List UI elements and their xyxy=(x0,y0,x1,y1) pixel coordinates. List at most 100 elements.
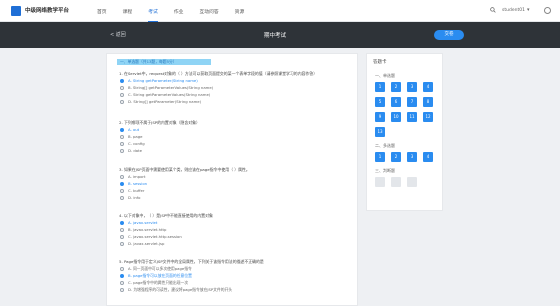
option-a[interactable]: A. javax.servlet xyxy=(120,219,354,226)
option-c[interactable]: C. config xyxy=(120,140,354,147)
radio-icon[interactable] xyxy=(120,266,124,271)
radio-icon[interactable] xyxy=(120,141,124,146)
sheet-section-label: 一、单选题 xyxy=(375,73,395,78)
answer-cell[interactable]: 1 xyxy=(375,82,385,92)
option-c[interactable]: C. buffer xyxy=(120,187,354,194)
radio-icon[interactable] xyxy=(120,127,124,132)
option-a[interactable]: A. import xyxy=(120,173,354,180)
answer-cell[interactable]: 5 xyxy=(375,97,385,107)
site-name: 中级网络教学平台 xyxy=(25,8,70,14)
user-name[interactable]: student01 xyxy=(502,8,525,13)
option-text: B. page xyxy=(128,134,143,139)
option-text: B. page指令可以放在页面的任意位置 xyxy=(128,272,192,278)
radio-icon[interactable] xyxy=(120,234,124,239)
option-d[interactable]: D. info xyxy=(120,194,354,201)
question-3: 3. 如果在JSP页面中需要使用某个类，则应该在page指令中使用（ ）属性。 … xyxy=(119,167,354,201)
option-b[interactable]: B. session xyxy=(120,180,354,187)
answer-cell[interactable]: 6 xyxy=(391,97,401,107)
radio-icon[interactable] xyxy=(120,148,124,153)
sheet-section-label: 三、判断题 xyxy=(375,168,395,173)
site-logo xyxy=(11,6,21,16)
option-b[interactable]: B. String[] getParameterValues(String na… xyxy=(120,84,354,91)
radio-icon[interactable] xyxy=(120,227,124,232)
exam-title: 期中考试 xyxy=(264,33,287,39)
option-b[interactable]: B. page指令可以放在页面的任意位置 xyxy=(120,272,354,279)
answer-cell[interactable]: 4 xyxy=(423,82,433,92)
answer-cell[interactable]: 9 xyxy=(375,112,385,122)
answer-cell[interactable]: 1 xyxy=(375,177,385,187)
sheet-section-label: 二、多选题 xyxy=(375,143,395,148)
option-text: C. page指令中的属性只能出现一次 xyxy=(128,279,189,285)
answer-cell[interactable]: 2 xyxy=(391,177,401,187)
question-4: 4. 以下对象中，（ ）是JSP中不能直接使用的内置对象 A. javax.se… xyxy=(119,213,354,247)
option-text: B. session xyxy=(128,181,148,186)
option-b[interactable]: B. page xyxy=(120,133,354,140)
answer-cell[interactable]: 12 xyxy=(423,112,433,122)
power-icon[interactable] xyxy=(544,7,551,14)
nav-qa[interactable]: 互动问答 xyxy=(199,0,218,22)
option-a[interactable]: A. String getParameter(String name) xyxy=(120,77,354,84)
nav-resources[interactable]: 资源 xyxy=(235,0,245,22)
option-text: B. String[] getParameterValues(String na… xyxy=(128,85,214,90)
radio-icon[interactable] xyxy=(120,241,124,246)
option-text: D. date xyxy=(128,148,142,153)
radio-icon[interactable] xyxy=(120,181,124,186)
nav-home[interactable]: 首页 xyxy=(97,0,107,22)
option-d[interactable]: D. String[] getParameter(String name) xyxy=(120,98,354,105)
radio-icon[interactable] xyxy=(120,195,124,200)
option-a[interactable]: A. 同一页面中可以多次使用page指令 xyxy=(120,265,354,272)
nav-exams[interactable]: 考试 xyxy=(148,0,158,22)
answer-cell[interactable]: 10 xyxy=(391,112,401,122)
option-a[interactable]: A. out xyxy=(120,126,354,133)
option-text: D. 为增强程序的可读性，建议将page指令放在JSP文件的开头 xyxy=(128,286,233,292)
answer-cell[interactable]: 4 xyxy=(423,152,433,162)
answer-cell[interactable]: 3 xyxy=(407,152,417,162)
main-nav: 首页 课程 考试 作业 互动问答 资源 xyxy=(97,0,260,22)
option-text: C. buffer xyxy=(128,188,145,193)
radio-icon[interactable] xyxy=(120,287,124,292)
radio-icon[interactable] xyxy=(120,78,124,83)
radio-icon[interactable] xyxy=(120,134,124,139)
nav-courses[interactable]: 课程 xyxy=(123,0,133,22)
nav-homework[interactable]: 作业 xyxy=(174,0,184,22)
search-icon[interactable] xyxy=(490,7,496,15)
radio-icon[interactable] xyxy=(120,85,124,90)
radio-icon[interactable] xyxy=(120,188,124,193)
option-d[interactable]: D. 为增强程序的可读性，建议将page指令放在JSP文件的开头 xyxy=(120,286,354,293)
radio-icon[interactable] xyxy=(120,273,124,278)
option-text: D. info xyxy=(128,195,141,200)
option-text: C. config xyxy=(128,141,145,146)
submit-exam-button[interactable]: 交卷 xyxy=(434,30,464,40)
option-text: A. String getParameter(String name) xyxy=(128,78,198,83)
option-b[interactable]: B. javax.servlet.http xyxy=(120,226,354,233)
chevron-down-icon[interactable]: ▾ xyxy=(527,7,530,13)
answer-cell[interactable]: 3 xyxy=(407,82,417,92)
answer-cell[interactable]: 7 xyxy=(407,97,417,107)
answer-cell[interactable]: 8 xyxy=(423,97,433,107)
radio-icon[interactable] xyxy=(120,174,124,179)
option-c[interactable]: C. javax.servlet.http.session xyxy=(120,233,354,240)
answer-cell[interactable]: 2 xyxy=(391,82,401,92)
answer-cell[interactable]: 3 xyxy=(407,177,417,187)
option-text: C. javax.servlet.http.session xyxy=(128,234,182,239)
exam-header: < 返回 期中考试 交卷 xyxy=(0,22,560,48)
option-c[interactable]: C. page指令中的属性只能出现一次 xyxy=(120,279,354,286)
answer-cell[interactable]: 11 xyxy=(407,112,417,122)
radio-icon[interactable] xyxy=(120,280,124,285)
radio-icon[interactable] xyxy=(120,220,124,225)
question-5: 5. Page指令用于定义JSP文件中的全局属性，下列关于该指令用法的描述不正确… xyxy=(119,259,354,293)
back-link[interactable]: < 返回 xyxy=(110,31,126,38)
answer-cell[interactable]: 1 xyxy=(375,152,385,162)
option-c[interactable]: C. String getParameterValues(String name… xyxy=(120,91,354,98)
option-text: D. javax.servlet.jsp xyxy=(128,241,165,246)
answer-cell[interactable]: 2 xyxy=(391,152,401,162)
radio-icon[interactable] xyxy=(120,99,124,104)
top-navbar: 中级网络教学平台 首页 课程 考试 作业 互动问答 资源 student01 ▾ xyxy=(0,0,560,22)
option-text: B. javax.servlet.http xyxy=(128,227,167,232)
option-d[interactable]: D. javax.servlet.jsp xyxy=(120,240,354,247)
radio-icon[interactable] xyxy=(120,92,124,97)
section-tag: 一、单选题（共13题，每题5分） xyxy=(117,59,211,65)
option-text: A. 同一页面中可以多次使用page指令 xyxy=(128,265,192,271)
option-d[interactable]: D. date xyxy=(120,147,354,154)
answer-cell[interactable]: 13 xyxy=(375,127,385,137)
